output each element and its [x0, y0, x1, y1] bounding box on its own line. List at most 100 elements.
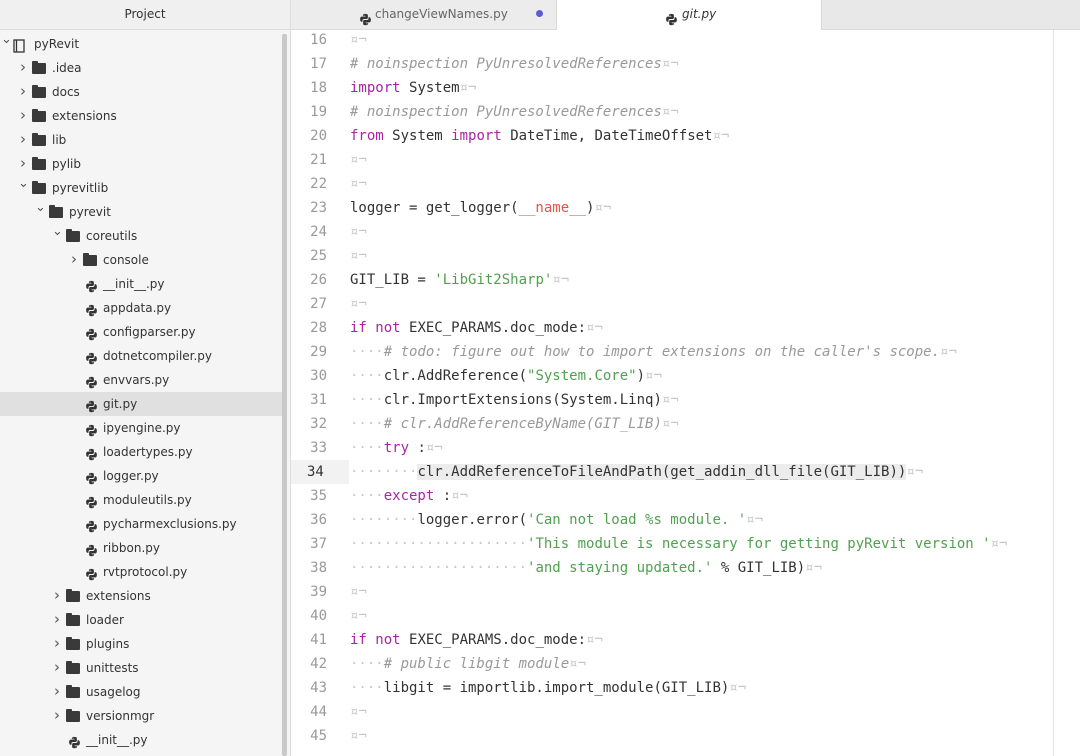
- code-line[interactable]: 36 ········logger.error('Can not load %s …: [291, 508, 1071, 532]
- tree-item-label: pylib: [52, 157, 82, 171]
- tree-folder-item[interactable]: › loader: [0, 608, 282, 632]
- chevron-right-icon[interactable]: ›: [52, 584, 62, 607]
- tree-file-item[interactable]: __init__.py: [0, 272, 282, 296]
- tree-folder-item[interactable]: › docs: [0, 80, 282, 104]
- chevron-down-icon[interactable]: ⌄: [35, 200, 46, 216]
- code-line[interactable]: 29 ····# todo: figure out how to import e…: [291, 340, 1071, 364]
- code-line[interactable]: 23 logger = get_logger(__name__)¤¬: [291, 196, 1071, 220]
- tab-git[interactable]: git.py: [557, 0, 822, 30]
- chevron-right-icon[interactable]: ›: [52, 656, 62, 679]
- tree-file-item[interactable]: pycharmexclusions.py: [0, 512, 282, 536]
- code-line[interactable]: 28 if not EXEC_PARAMS.doc_mode:¤¬: [291, 316, 1071, 340]
- tree-file-item[interactable]: rvtprotocol.py: [0, 560, 282, 584]
- chevron-right-icon[interactable]: ›: [18, 104, 28, 127]
- code-line[interactable]: 24 ¤¬: [291, 220, 1071, 244]
- code-token: ¤¬: [906, 464, 924, 480]
- tree-item-label: loadertypes.py: [103, 445, 193, 459]
- code-line[interactable]: 45 ¤¬: [291, 724, 1071, 748]
- code-line[interactable]: 39 ¤¬: [291, 580, 1071, 604]
- tree-folder-item[interactable]: ⌄ pyrevit: [0, 200, 282, 224]
- line-number: 43: [310, 680, 327, 696]
- tree-folder-item[interactable]: ⌄ coreutils: [0, 224, 282, 248]
- chevron-down-icon[interactable]: ⌄: [1, 32, 12, 48]
- code-line[interactable]: 22 ¤¬: [291, 172, 1071, 196]
- tree-folder-item[interactable]: ⌄ pyrevitlib: [0, 176, 282, 200]
- tree-scrollbar[interactable]: [282, 34, 287, 756]
- code-line[interactable]: 17 # noinspection PyUnresolvedReferences¤…: [291, 52, 1071, 76]
- code-line[interactable]: 18 import System¤¬: [291, 76, 1071, 100]
- code-line[interactable]: 19 # noinspection PyUnresolvedReferences¤…: [291, 100, 1071, 124]
- tree-item-label: __init__.py: [103, 277, 165, 291]
- tree-file-item[interactable]: __init__.py: [0, 728, 282, 752]
- code-token: ····: [350, 368, 384, 384]
- tree-item-label: pyRevit: [34, 37, 80, 51]
- tree-file-item[interactable]: configparser.py: [0, 320, 282, 344]
- folder-icon: [66, 685, 80, 699]
- code-line[interactable]: 33 ····try :¤¬: [291, 436, 1071, 460]
- tree-file-item[interactable]: git.py: [0, 392, 282, 416]
- code-line[interactable]: 20 from System import DateTime, DateTimeO…: [291, 124, 1071, 148]
- tree-file-item[interactable]: logger.py: [0, 464, 282, 488]
- tree-file-item[interactable]: envvars.py: [0, 368, 282, 392]
- chevron-right-icon[interactable]: ›: [52, 680, 62, 703]
- tree-file-item[interactable]: dotnetcompiler.py: [0, 344, 282, 368]
- chevron-right-icon[interactable]: ›: [18, 152, 28, 175]
- code-line[interactable]: 32 ····# clr.AddReferenceByName(GIT_LIB)¤…: [291, 412, 1071, 436]
- tree-folder-item[interactable]: › plugins: [0, 632, 282, 656]
- python-file-icon: [85, 349, 99, 365]
- code-text: if not EXEC_PARAMS.doc_mode:¤¬: [350, 316, 603, 340]
- tree-folder-item[interactable]: › console: [0, 248, 282, 272]
- code-token: ¤¬: [569, 656, 587, 672]
- code-line[interactable]: 34 ········clr.AddReferenceToFileAndPath(…: [291, 460, 1071, 484]
- tree-folder-item[interactable]: › unittests: [0, 656, 282, 680]
- line-number: 19: [310, 104, 327, 120]
- tree-file-item[interactable]: moduleutils.py: [0, 488, 282, 512]
- chevron-right-icon[interactable]: ›: [18, 56, 28, 79]
- code-editor[interactable]: 16 ¤¬ 17 # noinspection PyUnresolvedReferen…: [291, 30, 1080, 756]
- chevron-right-icon[interactable]: ›: [18, 128, 28, 151]
- chevron-right-icon[interactable]: ›: [69, 248, 79, 271]
- code-line[interactable]: 30 ····clr.AddReference("System.Core")¤¬: [291, 364, 1071, 388]
- tree-folder-item[interactable]: › versionmgr: [0, 704, 282, 728]
- code-line[interactable]: 31 ····clr.ImportExtensions(System.Linq)¤…: [291, 388, 1071, 412]
- code-line[interactable]: 38 ·····················'and staying upda…: [291, 556, 1071, 580]
- tree-file-item[interactable]: ipyengine.py: [0, 416, 282, 440]
- code-line[interactable]: 16 ¤¬: [291, 28, 1071, 52]
- code-line[interactable]: 43 ····libgit = importlib.import_module(G…: [291, 676, 1071, 700]
- chevron-right-icon[interactable]: ›: [18, 80, 28, 103]
- tab-changeviewnames[interactable]: changeViewNames.py: [291, 0, 557, 29]
- code-line[interactable]: 40 ¤¬: [291, 604, 1071, 628]
- tree-file-item[interactable]: ribbon.py: [0, 536, 282, 560]
- code-line[interactable]: 27 ¤¬: [291, 292, 1071, 316]
- chevron-right-icon[interactable]: ›: [52, 704, 62, 727]
- chevron-down-icon[interactable]: ⌄: [18, 176, 29, 192]
- code-line[interactable]: 37 ·····················'This module is n…: [291, 532, 1071, 556]
- tree-folder-item[interactable]: › extensions: [0, 104, 282, 128]
- code-line[interactable]: 42 ····# public libgit module¤¬: [291, 652, 1071, 676]
- tree-folder-item[interactable]: › .idea: [0, 56, 282, 80]
- chevron-right-icon[interactable]: ›: [52, 608, 62, 631]
- folder-icon: [66, 613, 80, 627]
- code-text: ········clr.AddReferenceToFileAndPath(ge…: [350, 460, 923, 484]
- tree-file-item[interactable]: loadertypes.py: [0, 440, 282, 464]
- tree-folder-item[interactable]: › lib: [0, 128, 282, 152]
- chevron-right-icon[interactable]: ›: [52, 632, 62, 655]
- tree-file-item[interactable]: appdata.py: [0, 296, 282, 320]
- code-token: ····: [350, 416, 384, 432]
- tree-folder-item[interactable]: › pylib: [0, 152, 282, 176]
- tree-folder-item[interactable]: › usagelog: [0, 680, 282, 704]
- line-number: 31: [310, 392, 327, 408]
- code-text: # noinspection PyUnresolvedReferences¤¬: [350, 100, 679, 124]
- code-line[interactable]: 26 GIT_LIB = 'LibGit2Sharp'¤¬: [291, 268, 1071, 292]
- code-line[interactable]: 25 ¤¬: [291, 244, 1071, 268]
- code-line[interactable]: 35 ····except :¤¬: [291, 484, 1071, 508]
- tree-folder-item[interactable]: ⌄ pyRevit: [0, 32, 282, 56]
- tree-folder-item[interactable]: › extensions: [0, 584, 282, 608]
- code-line[interactable]: 41 if not EXEC_PARAMS.doc_mode:¤¬: [291, 628, 1071, 652]
- chevron-down-icon[interactable]: ⌄: [52, 224, 63, 240]
- python-file-icon: [85, 469, 99, 485]
- code-line[interactable]: 44 ¤¬: [291, 700, 1071, 724]
- code-line[interactable]: 21 ¤¬: [291, 148, 1071, 172]
- code-token: ·····················: [350, 560, 528, 576]
- code-token: ····: [350, 656, 384, 672]
